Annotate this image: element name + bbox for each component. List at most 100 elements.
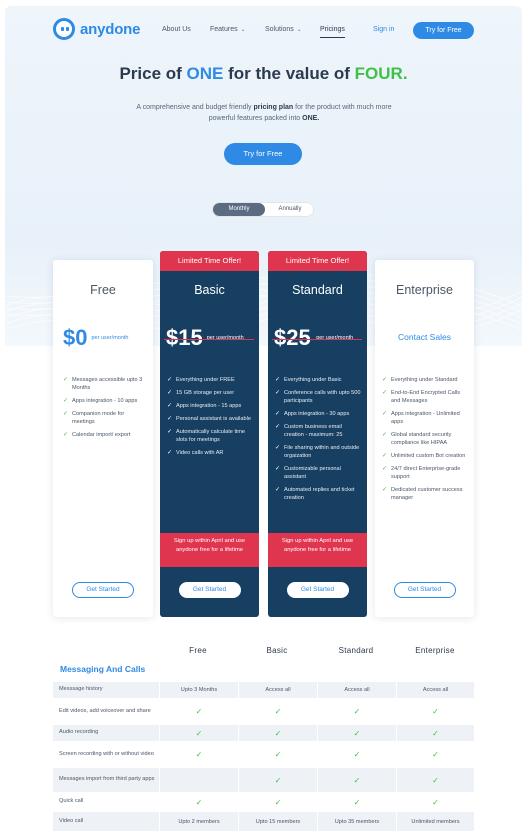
check-icon: ✓ xyxy=(432,775,439,785)
title-four: FOUR. xyxy=(354,64,408,83)
check-icon: ✓ xyxy=(63,398,69,404)
page-subtitle: A comprehensive and budget friendly pric… xyxy=(123,102,405,124)
table-cell: Unlimited members xyxy=(396,812,474,831)
billing-annually-option[interactable]: Annually xyxy=(267,203,313,216)
feature-item: ✓ End-to-End Encrypted Calls and Messages xyxy=(382,389,468,405)
plan-card-standard: Limited Time Offer! Standard $25 per use… xyxy=(268,251,367,617)
get-started-button[interactable]: Get Started xyxy=(393,582,456,598)
limited-offer-banner: Limited Time Offer! xyxy=(160,251,259,271)
check-icon: ✓ xyxy=(63,432,69,438)
feature-text: Everything under FREE xyxy=(176,377,235,383)
table-row: Audio recording ✓ ✓ ✓ ✓ xyxy=(53,725,474,742)
table-cell: Access all xyxy=(396,682,474,698)
feature-text: Messages accessible upto 3 Months xyxy=(72,377,143,391)
table-cell: ✓ xyxy=(317,699,396,724)
column-header-basic: Basic xyxy=(266,646,288,655)
check-icon: ✓ xyxy=(274,775,282,785)
sign-in-link[interactable]: Sign in xyxy=(373,26,394,33)
feature-text: Video calls with AR xyxy=(176,450,224,456)
check-icon: ✓ xyxy=(195,797,203,807)
feature-item: ✓ Apps integration - 30 apps xyxy=(275,410,361,418)
pricing-page: anydone About Us Features ⌄ Solutions ⌄ … xyxy=(5,6,522,836)
check-icon: ✓ xyxy=(167,403,173,409)
table-cell: ✓ xyxy=(238,699,317,724)
check-icon: ✓ xyxy=(195,750,203,759)
check-icon: ✓ xyxy=(382,487,388,493)
table-cell: ✓ xyxy=(317,742,396,767)
check-icon: ✓ xyxy=(167,429,173,435)
table-cell: Upto 35 members xyxy=(317,812,396,831)
check-icon: ✓ xyxy=(382,390,388,396)
table-cell: Access all xyxy=(317,682,396,698)
table-row: Quick call ✓ ✓ ✓ ✓ xyxy=(53,793,474,812)
feature-text: Everything under Basic xyxy=(284,377,342,383)
subtitle-bold: pricing plan xyxy=(253,104,294,111)
feature-item: ✓ Calendar import/ export xyxy=(63,431,147,439)
plan-name: Standard xyxy=(292,283,343,297)
brand-logo[interactable]: anydone xyxy=(53,18,140,40)
table-cell: Access all xyxy=(238,682,317,698)
nav-pricings[interactable]: Pricings xyxy=(320,26,345,38)
table-cell: ✓ xyxy=(396,742,474,767)
nav-about-us[interactable]: About Us xyxy=(162,26,191,33)
feature-item: ✓ Apps integration - Unlimited apps xyxy=(382,410,468,426)
check-icon: ✓ xyxy=(195,707,203,716)
contact-sales-link[interactable]: Contact Sales xyxy=(375,332,474,342)
column-header-enterprise: Enterprise xyxy=(415,646,455,655)
feature-item: ✓ Conference calls with upto 500 particip… xyxy=(275,389,361,405)
table-row: Video call Upto 2 members Upto 15 member… xyxy=(53,812,474,832)
get-started-button[interactable]: Get Started xyxy=(178,582,241,598)
check-icon: ✓ xyxy=(167,450,173,456)
table-cell: Upto 2 members xyxy=(159,812,238,831)
feature-text: Customizable personal assistant xyxy=(284,466,341,480)
feature-item: ✓ Automated replies and ticket creation xyxy=(275,486,361,502)
feature-text: Dedicated customer success manager xyxy=(391,487,463,501)
title-part: Price of xyxy=(119,64,187,83)
check-icon: ✓ xyxy=(382,453,388,459)
table-row: Messages import from third party apps ✓ … xyxy=(53,768,474,793)
feature-item: ✓ Unlimited custom Bot creation xyxy=(382,452,468,460)
billing-toggle: Monthly Annually xyxy=(212,202,314,217)
table-cell: ✓ xyxy=(238,725,317,741)
section-title: Messaging And Calls xyxy=(60,664,146,674)
billing-monthly-option[interactable]: Monthly xyxy=(213,203,265,216)
table-cell: ✓ xyxy=(396,793,474,811)
table-cell: ✓ xyxy=(317,725,396,741)
check-icon: ✓ xyxy=(63,411,69,417)
check-icon: ✓ xyxy=(275,466,281,472)
check-icon: ✓ xyxy=(167,377,173,383)
feature-item: ✓ Customizable personal assistant xyxy=(275,465,361,481)
nav-features[interactable]: Features ⌄ xyxy=(210,26,246,33)
feature-item: ✓ Custom business email creation - maximu… xyxy=(275,423,361,439)
get-started-button[interactable]: Get Started xyxy=(286,582,349,598)
promo-banner: Sign up within April and use anydone fre… xyxy=(160,533,259,567)
comparison-table: Messsage history Upto 3 Months Access al… xyxy=(53,682,474,832)
nav-try-free-button[interactable]: Try for Free xyxy=(413,22,474,39)
check-icon: ✓ xyxy=(275,411,281,417)
feature-text: Companion mode for meetings xyxy=(72,411,125,425)
plan-price: $25 per user/month xyxy=(274,325,355,351)
price-amount: $0 xyxy=(63,325,88,350)
plan-name: Basic xyxy=(194,283,225,297)
feature-text: File sharing within and outside orgaizat… xyxy=(284,445,360,459)
feature-text: Custom business email creation - maximum… xyxy=(284,424,343,438)
row-label: Messsage history xyxy=(59,686,103,693)
table-row: Screen recording with or without video ✓… xyxy=(53,742,474,768)
get-started-button[interactable]: Get Started xyxy=(72,582,134,598)
hero-try-free-button[interactable]: Try for Free xyxy=(224,143,302,165)
check-icon: ✓ xyxy=(382,466,388,472)
table-cell xyxy=(159,768,238,792)
table-cell: ✓ xyxy=(159,699,238,724)
table-row: Messsage history Upto 3 Months Access al… xyxy=(53,682,474,699)
table-cell: Upto 15 members xyxy=(238,812,317,831)
brand-name: anydone xyxy=(80,20,141,38)
nav-solutions[interactable]: Solutions ⌄ xyxy=(265,26,302,33)
check-icon: ✓ xyxy=(63,377,69,383)
subtitle-bold: ONE. xyxy=(302,115,320,122)
price-period: per user/month xyxy=(91,334,129,341)
price-strikethrough xyxy=(272,339,362,340)
table-cell: ✓ xyxy=(159,742,238,767)
check-icon: ✓ xyxy=(432,797,439,807)
feature-item: ✓ Everything under FREE xyxy=(167,376,253,384)
price-amount: $15 xyxy=(166,325,203,350)
